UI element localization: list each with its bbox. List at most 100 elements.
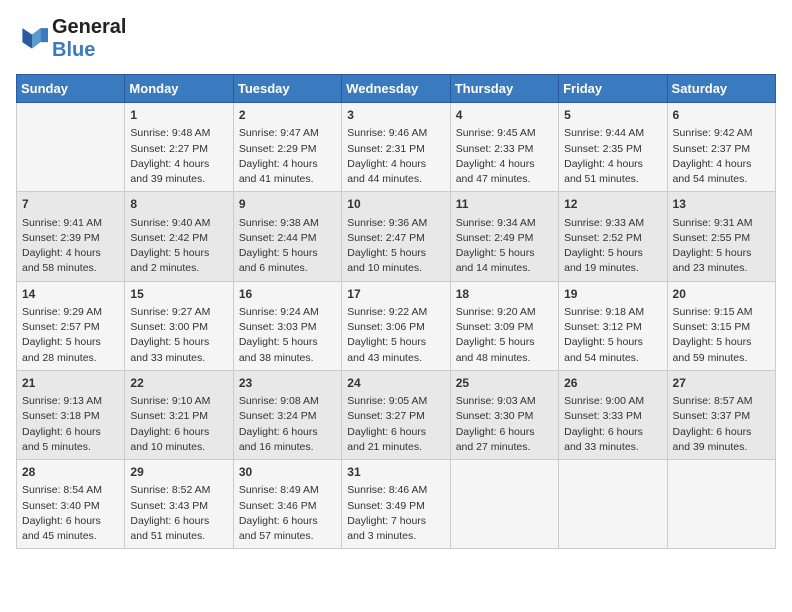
day-number: 21 [22, 375, 119, 392]
logo: General Blue [16, 16, 126, 62]
day-info: and 38 minutes. [239, 351, 336, 366]
day-info: Sunset: 3:18 PM [22, 409, 119, 424]
day-info: Sunset: 2:35 PM [564, 142, 661, 157]
day-info: Daylight: 4 hours [130, 157, 227, 172]
day-info: Daylight: 4 hours [456, 157, 553, 172]
day-number: 11 [456, 196, 553, 213]
day-info: Sunset: 2:39 PM [22, 231, 119, 246]
day-info: and 5 minutes. [22, 440, 119, 455]
calendar-day-cell: 13Sunrise: 9:31 AMSunset: 2:55 PMDayligh… [667, 192, 775, 281]
calendar-day-cell: 23Sunrise: 9:08 AMSunset: 3:24 PMDayligh… [233, 370, 341, 459]
day-info: Daylight: 7 hours [347, 514, 444, 529]
day-of-week-header: Friday [559, 75, 667, 103]
day-info: Sunrise: 9:22 AM [347, 305, 444, 320]
calendar-week-row: 7Sunrise: 9:41 AMSunset: 2:39 PMDaylight… [17, 192, 776, 281]
day-info: Daylight: 5 hours [239, 246, 336, 261]
day-number: 23 [239, 375, 336, 392]
day-info: and 54 minutes. [564, 351, 661, 366]
calendar-day-cell: 26Sunrise: 9:00 AMSunset: 3:33 PMDayligh… [559, 370, 667, 459]
calendar-day-cell: 31Sunrise: 8:46 AMSunset: 3:49 PMDayligh… [342, 460, 450, 549]
day-info: Daylight: 5 hours [347, 335, 444, 350]
day-info: Sunrise: 9:40 AM [130, 216, 227, 231]
calendar-day-cell [559, 460, 667, 549]
day-info: and 10 minutes. [347, 261, 444, 276]
day-info: and 58 minutes. [22, 261, 119, 276]
day-info: and 54 minutes. [673, 172, 770, 187]
day-info: Sunrise: 9:27 AM [130, 305, 227, 320]
day-info: Sunrise: 9:48 AM [130, 126, 227, 141]
day-info: Sunset: 3:49 PM [347, 499, 444, 514]
day-info: Sunrise: 9:00 AM [564, 394, 661, 409]
day-info: and 21 minutes. [347, 440, 444, 455]
day-number: 20 [673, 286, 770, 303]
day-number: 10 [347, 196, 444, 213]
page-header: General Blue [16, 16, 776, 62]
day-info: Sunset: 3:15 PM [673, 320, 770, 335]
day-info: Daylight: 6 hours [130, 514, 227, 529]
day-number: 18 [456, 286, 553, 303]
day-info: and 47 minutes. [456, 172, 553, 187]
day-info: Sunset: 3:03 PM [239, 320, 336, 335]
day-info: Sunrise: 8:57 AM [673, 394, 770, 409]
day-number: 19 [564, 286, 661, 303]
day-info: Sunset: 3:30 PM [456, 409, 553, 424]
day-info: Sunset: 2:31 PM [347, 142, 444, 157]
day-info: and 39 minutes. [673, 440, 770, 455]
day-info: Daylight: 5 hours [22, 335, 119, 350]
calendar-day-cell: 17Sunrise: 9:22 AMSunset: 3:06 PMDayligh… [342, 281, 450, 370]
day-number: 6 [673, 107, 770, 124]
calendar-day-cell: 29Sunrise: 8:52 AMSunset: 3:43 PMDayligh… [125, 460, 233, 549]
calendar-day-cell: 3Sunrise: 9:46 AMSunset: 2:31 PMDaylight… [342, 103, 450, 192]
day-info: Sunset: 3:21 PM [130, 409, 227, 424]
calendar-day-cell: 19Sunrise: 9:18 AMSunset: 3:12 PMDayligh… [559, 281, 667, 370]
day-info: Sunrise: 9:31 AM [673, 216, 770, 231]
day-of-week-header: Tuesday [233, 75, 341, 103]
day-info: and 51 minutes. [564, 172, 661, 187]
calendar-day-cell: 18Sunrise: 9:20 AMSunset: 3:09 PMDayligh… [450, 281, 558, 370]
day-info: Daylight: 6 hours [239, 514, 336, 529]
day-info: Sunset: 2:27 PM [130, 142, 227, 157]
day-info: Sunrise: 9:24 AM [239, 305, 336, 320]
day-info: Sunset: 2:52 PM [564, 231, 661, 246]
day-info: and 16 minutes. [239, 440, 336, 455]
calendar-day-cell: 16Sunrise: 9:24 AMSunset: 3:03 PMDayligh… [233, 281, 341, 370]
day-of-week-header: Monday [125, 75, 233, 103]
calendar-day-cell: 27Sunrise: 8:57 AMSunset: 3:37 PMDayligh… [667, 370, 775, 459]
day-info: Sunset: 2:42 PM [130, 231, 227, 246]
day-info: Daylight: 6 hours [130, 425, 227, 440]
day-info: Sunset: 3:06 PM [347, 320, 444, 335]
calendar-day-cell [450, 460, 558, 549]
day-info: Daylight: 5 hours [673, 335, 770, 350]
calendar-table: SundayMondayTuesdayWednesdayThursdayFrid… [16, 74, 776, 549]
day-info: Sunset: 3:09 PM [456, 320, 553, 335]
day-info: Daylight: 6 hours [22, 514, 119, 529]
day-info: Sunset: 2:49 PM [456, 231, 553, 246]
day-number: 29 [130, 464, 227, 481]
day-number: 13 [673, 196, 770, 213]
day-info: and 39 minutes. [130, 172, 227, 187]
day-info: and 51 minutes. [130, 529, 227, 544]
day-info: Daylight: 4 hours [22, 246, 119, 261]
calendar-day-cell: 22Sunrise: 9:10 AMSunset: 3:21 PMDayligh… [125, 370, 233, 459]
day-info: and 33 minutes. [130, 351, 227, 366]
day-number: 8 [130, 196, 227, 213]
logo-text: General Blue [52, 16, 126, 62]
day-info: Sunrise: 9:03 AM [456, 394, 553, 409]
calendar-day-cell: 30Sunrise: 8:49 AMSunset: 3:46 PMDayligh… [233, 460, 341, 549]
calendar-day-cell: 10Sunrise: 9:36 AMSunset: 2:47 PMDayligh… [342, 192, 450, 281]
day-info: Sunset: 3:24 PM [239, 409, 336, 424]
day-info: Sunset: 3:12 PM [564, 320, 661, 335]
day-info: and 33 minutes. [564, 440, 661, 455]
day-info: and 44 minutes. [347, 172, 444, 187]
day-info: Sunset: 3:40 PM [22, 499, 119, 514]
day-info: and 2 minutes. [130, 261, 227, 276]
day-of-week-header: Sunday [17, 75, 125, 103]
day-info: and 48 minutes. [456, 351, 553, 366]
day-info: Daylight: 6 hours [564, 425, 661, 440]
day-info: Daylight: 5 hours [673, 246, 770, 261]
day-of-week-header: Wednesday [342, 75, 450, 103]
day-info: Sunset: 3:00 PM [130, 320, 227, 335]
day-info: Daylight: 6 hours [347, 425, 444, 440]
day-info: Sunrise: 9:38 AM [239, 216, 336, 231]
day-info: and 43 minutes. [347, 351, 444, 366]
